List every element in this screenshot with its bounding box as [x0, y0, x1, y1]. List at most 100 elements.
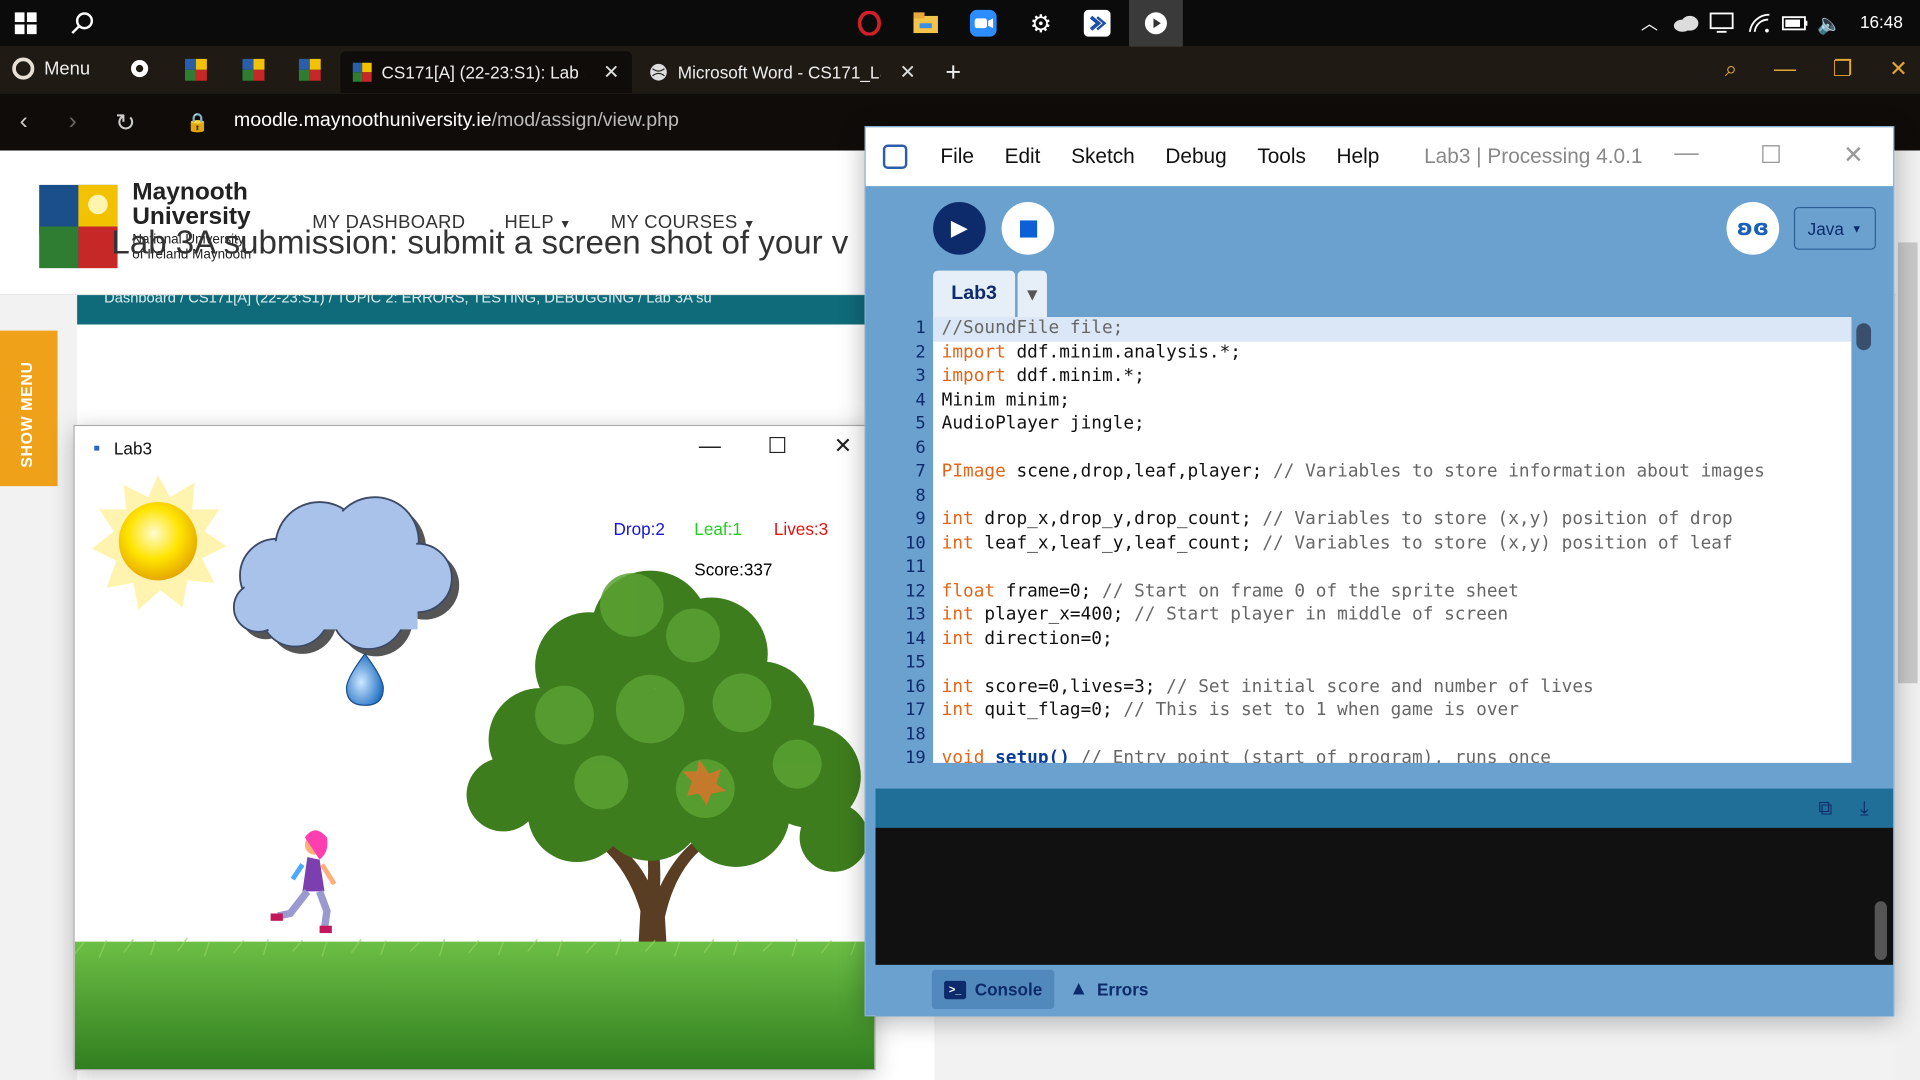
- back-icon[interactable]: ‹: [20, 108, 28, 136]
- code-line[interactable]: AudioPlayer jingle;: [933, 413, 1851, 437]
- code-editor[interactable]: //SoundFile file; import ddf.minim.analys…: [933, 317, 1852, 763]
- code-line[interactable]: int direction=0;: [933, 628, 1851, 652]
- console-scrollbar-thumb[interactable]: [1874, 901, 1887, 961]
- code-line[interactable]: //SoundFile file;: [933, 317, 1852, 342]
- console-output[interactable]: [875, 827, 1894, 965]
- code-line[interactable]: int quit_flag=0; // This is set to 1 whe…: [933, 699, 1851, 723]
- code-line[interactable]: Minim minim;: [933, 389, 1851, 413]
- close-tab-icon[interactable]: ✕: [603, 60, 619, 84]
- line-number: 9: [915, 509, 926, 529]
- code-line[interactable]: import ddf.minim.*;: [933, 365, 1851, 389]
- line-number: 3: [915, 366, 926, 386]
- maynooth-logo-icon[interactable]: [37, 182, 120, 270]
- reload-icon[interactable]: ↻: [115, 108, 136, 139]
- maximize-icon[interactable]: ☐: [1760, 140, 1782, 171]
- zoom-icon[interactable]: [967, 7, 999, 39]
- close-icon[interactable]: ✕: [1843, 140, 1864, 171]
- mode-selector[interactable]: Java ▼: [1793, 206, 1876, 250]
- globe-icon: [650, 63, 667, 81]
- menu-debug[interactable]: Debug: [1165, 144, 1226, 168]
- file-explorer-icon[interactable]: [910, 7, 942, 39]
- code-line[interactable]: import ddf.minim.analysis.*;: [933, 341, 1851, 365]
- forward-icon[interactable]: ›: [69, 108, 77, 136]
- minimize-icon[interactable]: —: [699, 433, 721, 459]
- close-tab-icon[interactable]: ✕: [900, 60, 916, 84]
- tab-microsoft-word[interactable]: Microsoft Word - CS171_La ✕: [637, 51, 928, 93]
- media-player-icon[interactable]: [1128, 0, 1183, 47]
- restore-icon[interactable]: ❐: [1833, 56, 1853, 82]
- errors-tab-label: Errors: [1096, 979, 1149, 1000]
- wifi-icon[interactable]: [1744, 7, 1776, 39]
- page-title: Lab 3A submission: submit a screen shot …: [111, 224, 849, 261]
- tab-menu-arrow-icon[interactable]: ▼: [1017, 270, 1047, 318]
- code-line[interactable]: PImage scene,drop,leaf,player; // Variab…: [933, 460, 1851, 484]
- processing-logo-icon: [882, 144, 908, 169]
- sketch-tab[interactable]: Lab3: [933, 270, 1016, 318]
- minimize-icon[interactable]: —: [1774, 56, 1796, 82]
- line-number-gutter: 1 2 3 4 5 6 7 8 9 10 11 12 13 14 15 16 17 18 19: [865, 317, 934, 768]
- menu-sketch[interactable]: Sketch: [1071, 144, 1135, 168]
- maynooth-pinned-tab-icon[interactable]: [242, 58, 265, 81]
- editor-scrollbar[interactable]: [1851, 317, 1876, 763]
- close-icon[interactable]: ✕: [834, 433, 852, 459]
- code-line[interactable]: int drop_x,drop_y,drop_count; // Variabl…: [933, 508, 1851, 532]
- chevron-up-icon[interactable]: ︿: [1633, 7, 1665, 39]
- code-text: setup(): [984, 748, 1081, 763]
- close-icon[interactable]: ✕: [1889, 56, 1907, 82]
- clear-console-icon[interactable]: ⤓: [1860, 796, 1869, 820]
- search-tabs-icon[interactable]: ⌕: [1725, 56, 1737, 82]
- system-clock[interactable]: 16:48: [1860, 12, 1903, 32]
- battery-icon[interactable]: [1779, 7, 1811, 39]
- code-line[interactable]: void setup() // Entry point (start of pr…: [933, 747, 1851, 763]
- code-comment: //SoundFile file;: [941, 318, 1124, 338]
- code-keyword: import: [941, 366, 1006, 386]
- editor-scrollbar-thumb[interactable]: [1856, 323, 1872, 351]
- code-keyword: int: [941, 676, 974, 697]
- code-line[interactable]: [933, 437, 1851, 461]
- maynooth-pinned-tab-icon[interactable]: [298, 58, 321, 81]
- minimize-icon[interactable]: —: [1674, 140, 1698, 171]
- tab-console[interactable]: >_ Console: [931, 969, 1055, 1009]
- sketch-titlebar[interactable]: Lab3 — ☐ ✕: [74, 426, 875, 471]
- code-keyword: void: [941, 748, 985, 763]
- tab-errors[interactable]: ▲ Errors: [1057, 970, 1161, 1009]
- processing-icon[interactable]: [1081, 7, 1113, 39]
- speed-dial-icon[interactable]: [130, 59, 152, 81]
- menu-help[interactable]: Help: [1337, 144, 1380, 168]
- tab-moodle-lab3[interactable]: CS171[A] (22-23:S1): Lab 3/ ✕: [340, 51, 632, 94]
- volume-icon[interactable]: 🔈: [1813, 7, 1845, 39]
- url-field[interactable]: moodle.maynoothuniversity.ie/mod/assign/…: [234, 110, 679, 132]
- code-line[interactable]: [933, 723, 1851, 747]
- run-button[interactable]: ▶: [933, 202, 986, 255]
- search-icon[interactable]: [66, 7, 98, 39]
- copy-console-icon[interactable]: ⧉: [1818, 796, 1832, 820]
- page-scrollbar-thumb[interactable]: [1897, 242, 1918, 684]
- maximize-icon[interactable]: ☐: [767, 433, 787, 459]
- code-line[interactable]: int score=0,lives=3; // Set initial scor…: [933, 675, 1851, 699]
- menu-file[interactable]: File: [940, 144, 974, 168]
- display-icon[interactable]: [1706, 7, 1738, 39]
- game-canvas[interactable]: Drop:2 Leaf:1 Lives:3 Score:337: [74, 470, 875, 1069]
- show-menu-button[interactable]: SHOW MENU: [0, 330, 58, 487]
- code-line[interactable]: [933, 556, 1851, 580]
- opera-menu-button[interactable]: Menu: [12, 57, 90, 80]
- code-line[interactable]: int player_x=400; // Start player in mid…: [933, 604, 1851, 628]
- stop-button[interactable]: [1001, 202, 1055, 255]
- code-line[interactable]: [933, 651, 1851, 675]
- menu-edit[interactable]: Edit: [1005, 144, 1041, 168]
- code-keyword: int: [941, 700, 974, 721]
- code-line[interactable]: int leaf_x,leaf_y,leaf_count; // Variabl…: [933, 532, 1851, 556]
- maynooth-pinned-tab-icon[interactable]: [184, 58, 207, 81]
- breadcrumb[interactable]: Dashboard / CS171[A] (22-23:S1) / TOPIC …: [77, 295, 935, 325]
- code-line[interactable]: [933, 484, 1851, 508]
- debug-button[interactable]: ʚɞ: [1726, 202, 1780, 255]
- code-line[interactable]: float frame=0; // Start on frame 0 of th…: [933, 580, 1851, 604]
- menu-tools[interactable]: Tools: [1257, 144, 1306, 168]
- new-tab-button[interactable]: +: [933, 51, 973, 93]
- url-host: moodle.maynoothuniversity.ie: [233, 110, 492, 132]
- settings-icon[interactable]: ⚙: [1025, 7, 1057, 39]
- grass-ground: [74, 941, 875, 1069]
- opera-icon[interactable]: [853, 7, 885, 39]
- onedrive-cloud-icon[interactable]: [1670, 7, 1702, 39]
- windows-start-icon[interactable]: [10, 7, 42, 39]
